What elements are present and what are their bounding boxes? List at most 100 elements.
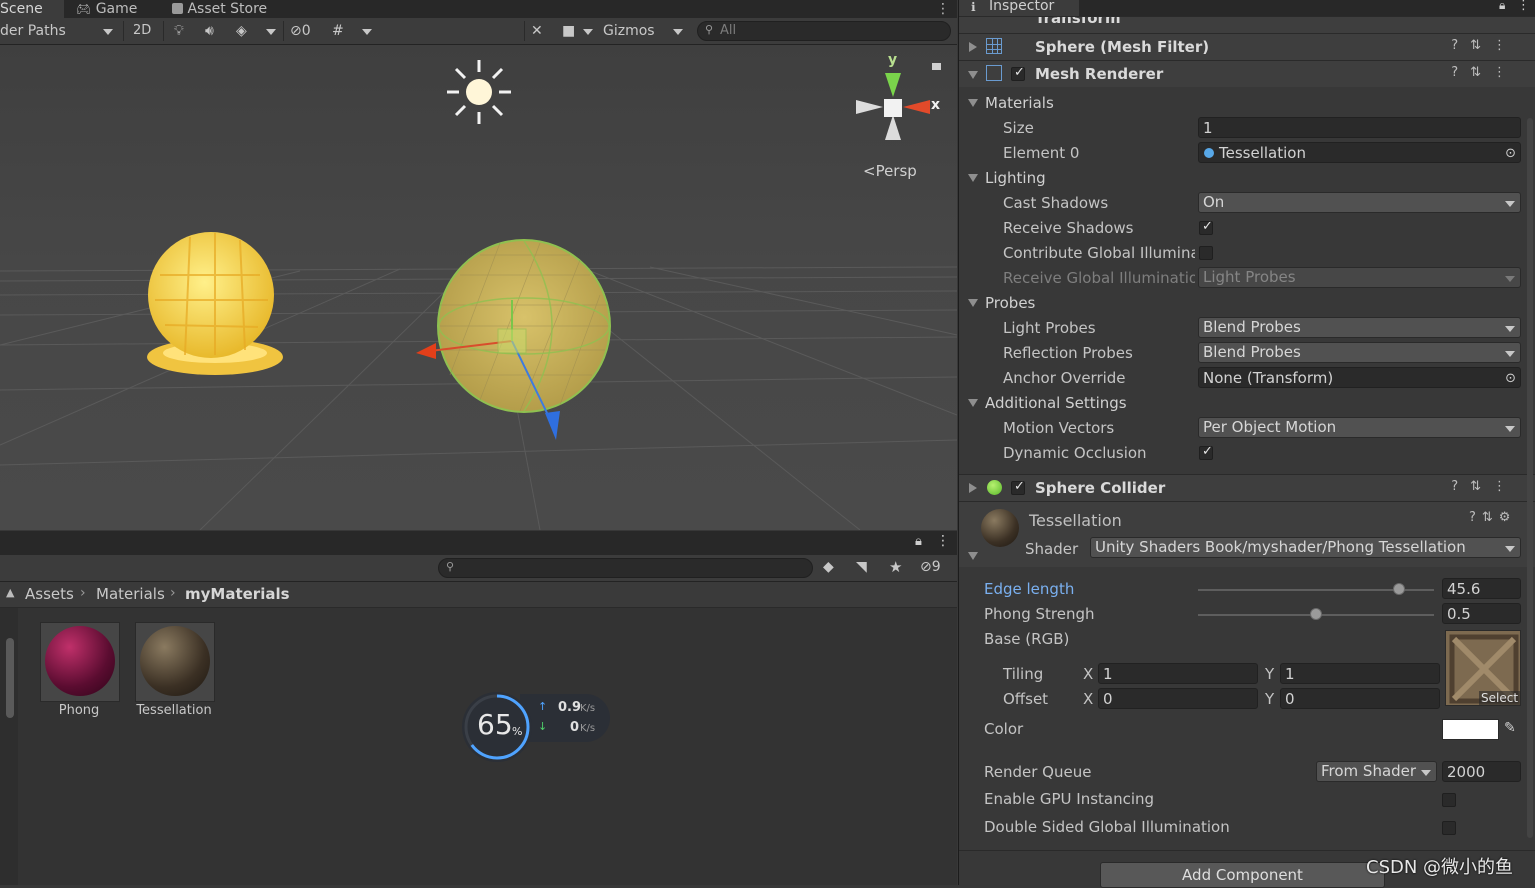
size-field[interactable]: 1	[1198, 117, 1521, 138]
anchor-override-field[interactable]: None (Transform) ⊙	[1198, 367, 1521, 388]
contribute-gi-checkbox[interactable]	[1199, 246, 1213, 260]
cast-shadows-value: On	[1203, 193, 1225, 211]
object-picker-icon[interactable]: ⊙	[1505, 368, 1516, 387]
render-queue-mode-dropdown[interactable]: From Shader	[1316, 761, 1437, 782]
double-sided-gi-checkbox[interactable]	[1442, 821, 1456, 835]
gizmos-dropdown[interactable]: Gizmos	[603, 21, 687, 41]
motion-vectors-dropdown[interactable]: Per Object Motion	[1198, 417, 1521, 438]
color-swatch[interactable]	[1442, 719, 1499, 740]
element0-value: Tessellation	[1219, 144, 1306, 162]
transform-header[interactable]: Transform	[959, 16, 1535, 33]
render-paths-dropdown[interactable]: der Paths	[0, 21, 118, 41]
sphere-collider-header[interactable]: ✓ Sphere Collider ?⇅⋮	[959, 474, 1535, 501]
project-search-input[interactable]: ⚲	[438, 558, 813, 578]
foldout-expanded-icon[interactable]	[968, 71, 978, 79]
slider-thumb[interactable]	[1310, 608, 1322, 620]
download-arrow-icon: ↓	[538, 720, 548, 733]
foldout-expanded-icon[interactable]	[968, 174, 978, 182]
lighting-section-header[interactable]: Lighting	[985, 169, 1046, 187]
directional-light-icon[interactable]	[447, 60, 511, 124]
tiling-x-field[interactable]: 1	[1098, 663, 1258, 684]
grid-toggle-icon[interactable]: #	[332, 21, 350, 41]
object-picker-icon[interactable]: ⊙	[1505, 143, 1516, 162]
edge-length-slider[interactable]	[1198, 580, 1434, 600]
scrollbar-thumb[interactable]	[6, 638, 14, 718]
mesh-renderer-enabled-checkbox[interactable]: ✓	[1011, 65, 1025, 81]
asset-tessellation-thumbnail[interactable]	[135, 622, 215, 702]
inspector-more-menu-icon[interactable]: ⋮	[1517, 0, 1530, 13]
material-header-icons[interactable]: ?⇅⚙	[1469, 510, 1516, 525]
asset-phong-thumbnail[interactable]	[40, 622, 120, 702]
breadcrumb-mymaterials[interactable]: myMaterials	[185, 585, 290, 603]
search-by-type-icon[interactable]: ◆	[823, 559, 834, 575]
cast-shadows-dropdown[interactable]: On	[1198, 192, 1521, 213]
projection-toggle[interactable]: <Persp	[863, 162, 917, 180]
component-header-icons[interactable]: ?⇅⋮	[1451, 38, 1518, 53]
shader-dropdown[interactable]: Unity Shaders Book/myshader/Phong Tessel…	[1090, 537, 1521, 558]
foldout-collapsed-icon[interactable]	[969, 42, 977, 52]
foldout-expanded-icon[interactable]	[968, 99, 978, 107]
tools-icon[interactable]: ✕	[531, 21, 549, 41]
lighting-toggle-icon[interactable]: 💡︎	[174, 21, 190, 41]
scene-more-menu-icon[interactable]: ⋮	[936, 0, 950, 18]
collapse-up-icon[interactable]: ▲	[6, 586, 14, 599]
effects-dropdown-icon[interactable]	[266, 21, 280, 41]
base-texture-slot[interactable]: Select	[1445, 630, 1521, 706]
tab-game[interactable]: 🎮︎ Game	[76, 0, 166, 18]
audio-toggle-icon[interactable]: 🔊︎	[205, 21, 223, 41]
foldout-collapsed-icon[interactable]	[969, 483, 977, 493]
tab-asset-store[interactable]: Asset Store	[172, 0, 282, 18]
scene-visibility-toggle[interactable]: ⊘0	[290, 21, 322, 41]
effects-toggle-icon[interactable]: ◈	[236, 21, 254, 41]
toggle-2d-button[interactable]: 2D	[133, 21, 153, 41]
light-probes-dropdown[interactable]: Blend Probes	[1198, 317, 1521, 338]
component-header-icons[interactable]: ?⇅⋮	[1451, 65, 1518, 80]
mesh-filter-title: Sphere (Mesh Filter)	[1035, 38, 1210, 56]
favorite-star-icon[interactable]: ★	[889, 558, 902, 576]
inspector-scrollbar[interactable]	[1527, 118, 1533, 838]
camera-dropdown-icon[interactable]	[583, 21, 597, 41]
eyedropper-icon[interactable]: ✎	[1504, 720, 1516, 736]
edge-length-field[interactable]: 45.6	[1442, 578, 1521, 599]
tiling-y-field[interactable]: 1	[1280, 663, 1440, 684]
add-component-button[interactable]: Add Component	[1100, 862, 1385, 888]
texture-select-button[interactable]: Select	[1479, 691, 1520, 705]
sphere-collider-enabled-checkbox[interactable]: ✓	[1011, 479, 1025, 495]
phong-strength-slider[interactable]	[1198, 605, 1434, 625]
cpu-usage-gauge[interactable]: 65 %	[462, 692, 532, 762]
gpu-instancing-checkbox[interactable]	[1442, 793, 1456, 807]
breadcrumb-assets[interactable]: Assets	[25, 585, 74, 603]
render-queue-field[interactable]: 2000	[1442, 761, 1521, 782]
foldout-expanded-icon[interactable]	[968, 299, 978, 307]
slider-thumb[interactable]	[1393, 583, 1405, 595]
mesh-renderer-header[interactable]: ✓ Mesh Renderer ?⇅⋮	[959, 60, 1535, 87]
lock-icon[interactable]: 🔒︎	[1499, 0, 1505, 13]
element0-field[interactable]: Tessellation ⊙	[1198, 142, 1521, 163]
additional-settings-header[interactable]: Additional Settings	[985, 394, 1127, 412]
scene-search-input[interactable]: ⚲ All	[697, 21, 951, 41]
lock-icon[interactable]	[932, 63, 941, 70]
project-more-menu-icon[interactable]: ⋮	[936, 533, 950, 549]
offset-y-field[interactable]: 0	[1280, 688, 1440, 709]
foldout-expanded-icon[interactable]	[968, 399, 978, 407]
mesh-filter-header[interactable]: Sphere (Mesh Filter) ?⇅⋮	[959, 33, 1535, 60]
hidden-packages-toggle[interactable]: ⊘9	[920, 559, 941, 575]
grid-dropdown-icon[interactable]	[362, 21, 376, 41]
scene-viewport[interactable]: y x <Persp	[0, 45, 957, 530]
tab-scene[interactable]: Scene	[0, 0, 64, 18]
offset-x-field[interactable]: 0	[1098, 688, 1258, 709]
phong-strength-field[interactable]: 0.5	[1442, 603, 1521, 624]
materials-section-header[interactable]: Materials	[985, 94, 1054, 112]
probes-section-header[interactable]: Probes	[985, 294, 1035, 312]
foldout-expanded-icon[interactable]	[968, 552, 978, 560]
receive-shadows-checkbox[interactable]: ✓	[1199, 219, 1213, 235]
search-by-label-icon[interactable]: ◥	[856, 559, 867, 575]
breadcrumb-materials[interactable]: Materials	[96, 585, 165, 603]
dynamic-occlusion-checkbox[interactable]: ✓	[1199, 444, 1213, 460]
tab-inspector[interactable]: ℹ︎ Inspector	[959, 0, 1079, 16]
light-probes-label: Light Probes	[1003, 319, 1096, 337]
lock-icon[interactable]: 🔒︎	[915, 534, 922, 549]
camera-icon[interactable]: ■	[562, 21, 580, 41]
reflection-probes-dropdown[interactable]: Blend Probes	[1198, 342, 1521, 363]
component-header-icons[interactable]: ?⇅⋮	[1451, 479, 1518, 494]
